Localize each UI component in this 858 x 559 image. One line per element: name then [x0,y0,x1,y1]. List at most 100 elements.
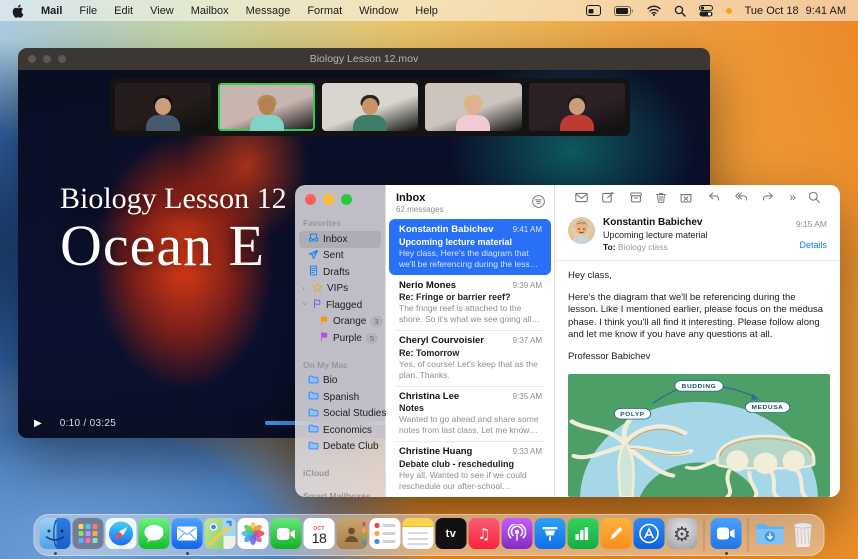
sidebar-section-smart-mailboxes[interactable]: Smart Mailboxes [295,491,385,497]
dock-icon-trash[interactable] [788,518,819,549]
message-subject: Notes [399,403,542,413]
sidebar-item-label: Drafts [323,267,350,278]
dock-icon-pages[interactable] [601,518,632,549]
spotlight-icon[interactable] [674,5,686,17]
forward-icon[interactable] [761,191,775,203]
sidebar-item-purple[interactable]: Purple5 [299,330,381,347]
get-mail-icon[interactable] [574,191,589,204]
menu-item-view[interactable]: View [150,5,174,17]
participant-video-4[interactable] [425,83,521,131]
dock-icon-numbers[interactable] [568,518,599,549]
message-preview: The fringe reef is attached to the shore… [399,303,542,325]
dock-icon-facetime[interactable] [271,518,302,549]
menu-item-edit[interactable]: Edit [114,5,133,17]
sidebar-item-orange[interactable]: Orange3 [299,314,381,331]
filter-icon[interactable] [532,195,545,213]
participant-video-2[interactable] [218,83,314,131]
sidebar-item-spanish[interactable]: Spanish [299,389,381,406]
menu-item-file[interactable]: File [79,5,97,17]
dock-icon-tv[interactable]: tv [436,518,467,549]
chevron-down-icon[interactable]: › [301,302,310,308]
menu-time: 9:41 AM [806,5,846,17]
message-sender: Christina Lee [399,391,459,402]
sidebar-section-icloud[interactable]: iCloud [295,468,385,478]
search-icon[interactable] [808,191,821,204]
minimize-button[interactable] [323,194,334,205]
dock-icon-maps[interactable] [205,518,236,549]
dock-icon-zoom[interactable] [711,518,742,549]
message-list-item[interactable]: Cheryl Courvoisier 9:37 AM Re: Tomorrow … [389,330,551,386]
message-preview: Wanted to go ahead and share some notes … [399,414,542,436]
archive-icon[interactable] [629,191,643,204]
sidebar-item-debate-club[interactable]: Debate Club [299,439,381,456]
menu-item-mailbox[interactable]: Mailbox [191,5,229,17]
sidebar-item-social-studies[interactable]: Social Studies [299,406,381,423]
dock-icon-finder[interactable] [40,518,71,549]
dock-icon-settings[interactable]: ⚙ [667,518,698,549]
close-button[interactable] [305,194,316,205]
sidebar-item-sent[interactable]: Sent [299,248,381,265]
sidebar-item-economics[interactable]: Economics [299,422,381,439]
more-icon[interactable]: » [789,191,796,203]
details-link[interactable]: Details [796,240,827,250]
sidebar-item-drafts[interactable]: Drafts [299,264,381,281]
sidebar-item-bio[interactable]: Bio [299,373,381,390]
sidebar-section-favorites[interactable]: Favorites [295,218,385,228]
video-window-titlebar[interactable]: Biology Lesson 12.mov [18,48,710,70]
dock-icon-launchpad[interactable] [73,518,104,549]
control-center-icon[interactable] [699,5,713,17]
wifi-icon[interactable] [647,5,661,16]
dock-icon-appstore[interactable] [634,518,665,549]
play-button[interactable]: ▶ [34,418,42,429]
message-time: 9:41 AM [513,225,542,234]
sidebar-item-label: Spanish [323,392,359,403]
dock-icon-mail[interactable] [172,518,203,549]
menu-clock[interactable]: Tue Oct 18 9:41 AM [745,5,846,17]
participant-video-3[interactable] [322,83,418,131]
reply-all-icon[interactable] [733,191,749,203]
message-header: Konstantin Babichev Upcoming lecture mat… [555,210,840,262]
dock-icon-podcasts[interactable] [502,518,533,549]
dock-icon-safari[interactable] [106,518,137,549]
chevron-right-icon[interactable]: › [302,284,308,293]
menu-item-message[interactable]: Message [246,5,291,17]
message-list-item[interactable]: Christine Huang 9:33 AM Debate club - re… [389,441,551,497]
dock-icon-music[interactable]: ♫ [469,518,500,549]
message-list-item[interactable]: Christina Lee 9:35 AM Notes Wanted to go… [389,386,551,442]
dock-icon-contacts[interactable] [337,518,368,549]
participant-video-5[interactable] [529,83,625,131]
participant-face [155,98,171,115]
message-list-item[interactable]: Darla Davidson 9:31 AM Tomorrow's class … [389,497,551,498]
message-list-item[interactable]: Konstantin Babichev 9:41 AM Upcoming lec… [389,219,551,275]
sidebar-section-on-my-mac[interactable]: On My Mac [295,360,385,370]
display-icon[interactable] [586,5,601,16]
dock-icon-keynote[interactable] [535,518,566,549]
menu-item-window[interactable]: Window [359,5,398,17]
mail-window-controls[interactable] [295,194,385,205]
dock-icon-reminders[interactable] [370,518,401,549]
participant-face [259,98,275,115]
dock-icon-calendar[interactable]: OCT18 [304,518,335,549]
message-list-item[interactable]: Nerio Mones 9:39 AM Re: Fringe or barrie… [389,275,551,331]
reply-icon[interactable] [707,191,721,203]
dock-icon-downloads[interactable] [755,518,786,549]
sidebar-item-vips[interactable]: ›VIPs [299,281,381,298]
sidebar-item-flagged[interactable]: ›Flagged [299,297,381,314]
compose-icon[interactable] [601,191,615,204]
menu-app-name[interactable]: Mail [41,5,62,17]
zoom-button[interactable] [341,194,352,205]
dock-icon-photos[interactable] [238,518,269,549]
message-sender: Nerio Mones [399,280,456,291]
inbox-icon [308,232,319,246]
apple-menu-icon[interactable] [12,4,24,18]
junk-icon[interactable] [679,191,693,204]
dock-icon-messages[interactable] [139,518,170,549]
sidebar-item-inbox[interactable]: Inbox [299,231,381,248]
participant-face [362,98,378,115]
trash-icon[interactable] [655,191,667,204]
dock-icon-notes[interactable] [403,518,434,549]
menu-item-format[interactable]: Format [307,5,342,17]
battery-icon[interactable] [614,6,634,16]
menu-item-help[interactable]: Help [415,5,438,17]
participant-video-1[interactable] [115,83,211,131]
